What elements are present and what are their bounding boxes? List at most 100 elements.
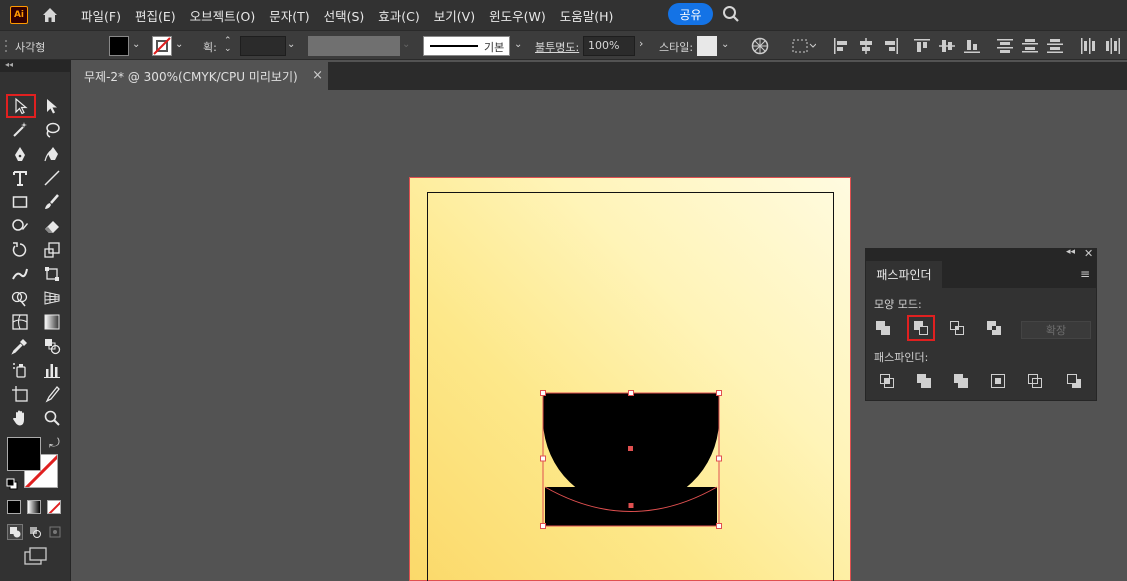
- change-screen-mode-icon[interactable]: [24, 547, 48, 565]
- draw-inside-icon[interactable]: [47, 524, 63, 540]
- gradient-mode-button[interactable]: [27, 500, 41, 514]
- line-segment-tool[interactable]: [41, 167, 63, 189]
- pen-tool[interactable]: [9, 143, 31, 165]
- scale-tool[interactable]: [41, 239, 63, 261]
- symbol-sprayer-tool[interactable]: [9, 359, 31, 381]
- expand-button[interactable]: 확장: [1021, 321, 1091, 339]
- none-mode-button[interactable]: [47, 500, 61, 514]
- draw-behind-icon[interactable]: [27, 524, 43, 540]
- swap-fill-stroke-icon[interactable]: ⤾: [49, 436, 60, 451]
- outline-button[interactable]: [1024, 370, 1046, 392]
- menu-file[interactable]: 파일(F): [74, 6, 128, 25]
- distribute-left-icon[interactable]: [1080, 38, 1096, 54]
- stroke-weight-stepper[interactable]: ⌃ ⌄: [224, 37, 238, 54]
- minus-back-button[interactable]: [1063, 370, 1085, 392]
- minus-front-button[interactable]: [907, 315, 935, 341]
- search-icon[interactable]: [721, 4, 741, 24]
- menu-edit[interactable]: 편집(E): [128, 6, 183, 25]
- pathfinder-tab[interactable]: 패스파인더: [866, 261, 943, 288]
- exclude-button[interactable]: [983, 317, 1005, 339]
- profile-dropdown[interactable]: ⌄: [402, 39, 416, 53]
- align-horizontal-center-icon[interactable]: [858, 38, 874, 54]
- rectangle-tool[interactable]: [9, 191, 31, 213]
- shaper-tool[interactable]: [9, 215, 31, 237]
- recolor-artwork-icon[interactable]: [751, 37, 769, 55]
- graphic-style-swatch[interactable]: [697, 36, 717, 56]
- fill-color-front[interactable]: [7, 437, 41, 471]
- merge-button[interactable]: [950, 370, 972, 392]
- resize-handle[interactable]: [540, 523, 546, 529]
- mesh-tool[interactable]: [9, 311, 31, 333]
- distribute-bottom-icon[interactable]: [1047, 38, 1063, 54]
- draw-normal-icon[interactable]: [7, 524, 23, 540]
- hand-tool[interactable]: [9, 407, 31, 429]
- variable-width-profile[interactable]: [308, 36, 400, 56]
- stroke-swatch[interactable]: [152, 36, 172, 56]
- opacity-label[interactable]: 불투명도:: [535, 39, 579, 55]
- align-left-icon[interactable]: [833, 38, 849, 54]
- artboard-tool[interactable]: [9, 383, 31, 405]
- document-tab[interactable]: 무제-2* @ 300%(CMYK/CPU 미리보기) ×: [74, 62, 329, 90]
- blend-tool[interactable]: [41, 335, 63, 357]
- crop-button[interactable]: [987, 370, 1009, 392]
- default-fill-stroke-icon[interactable]: [6, 478, 18, 490]
- distribute-top-icon[interactable]: [997, 38, 1013, 54]
- menu-select[interactable]: 선택(S): [317, 6, 372, 25]
- brush-dropdown[interactable]: ⌄: [514, 39, 528, 53]
- type-tool[interactable]: [9, 167, 31, 189]
- column-graph-tool[interactable]: [41, 359, 63, 381]
- brush-definition[interactable]: 기본: [423, 36, 510, 56]
- magic-wand-tool[interactable]: [9, 119, 31, 141]
- curvature-tool[interactable]: [41, 143, 63, 165]
- perspective-grid-tool[interactable]: [41, 287, 63, 309]
- unite-button[interactable]: [872, 317, 894, 339]
- style-dropdown[interactable]: ⌄: [721, 39, 735, 53]
- resize-handle[interactable]: [540, 455, 546, 462]
- distribute-vertical-center-icon[interactable]: [1022, 38, 1038, 54]
- direct-selection-tool[interactable]: [41, 95, 63, 117]
- rotate-tool[interactable]: [9, 239, 31, 261]
- resize-handle[interactable]: [716, 455, 722, 462]
- selected-shapes[interactable]: [536, 386, 728, 536]
- zoom-tool[interactable]: [41, 407, 63, 429]
- align-top-icon[interactable]: [914, 38, 930, 54]
- stroke-weight-field[interactable]: [240, 36, 286, 56]
- trim-button[interactable]: [913, 370, 935, 392]
- align-to-selection-icon[interactable]: [792, 38, 816, 54]
- stroke-weight-dropdown[interactable]: ⌄: [287, 39, 301, 53]
- warp-tool[interactable]: [9, 263, 31, 285]
- resize-handle[interactable]: [716, 390, 722, 396]
- menu-object[interactable]: 오브젝트(O): [183, 6, 263, 25]
- paintbrush-tool[interactable]: [41, 191, 63, 213]
- align-right-icon[interactable]: [883, 38, 899, 54]
- stroke-dropdown[interactable]: ⌄: [175, 39, 189, 53]
- grip-icon[interactable]: [4, 39, 8, 53]
- free-transform-tool[interactable]: [41, 263, 63, 285]
- align-vertical-center-icon[interactable]: [939, 38, 955, 54]
- home-icon[interactable]: [40, 5, 60, 25]
- menu-window[interactable]: 윈도우(W): [482, 6, 553, 25]
- resize-handle[interactable]: [628, 390, 634, 396]
- shape-builder-tool[interactable]: [9, 287, 31, 309]
- lasso-tool[interactable]: [41, 119, 63, 141]
- menu-type[interactable]: 문자(T): [262, 6, 316, 25]
- divide-button[interactable]: [876, 370, 898, 392]
- opacity-arrow[interactable]: ›: [639, 37, 653, 51]
- opacity-field[interactable]: 100%: [583, 36, 635, 56]
- panel-menu-icon[interactable]: ≡: [1080, 267, 1090, 281]
- eyedropper-tool[interactable]: [9, 335, 31, 357]
- toolbar-collapse[interactable]: ◂◂: [0, 60, 71, 72]
- menu-help[interactable]: 도움말(H): [553, 6, 621, 25]
- close-tab-icon[interactable]: ×: [312, 68, 323, 83]
- selection-tool[interactable]: [6, 94, 36, 118]
- resize-handle[interactable]: [540, 390, 546, 396]
- anchor-point[interactable]: [628, 503, 634, 508]
- close-panel-icon[interactable]: ✕: [1084, 247, 1093, 260]
- resize-handle[interactable]: [716, 523, 722, 529]
- eraser-tool[interactable]: [41, 215, 63, 237]
- intersect-button[interactable]: [946, 317, 968, 339]
- align-bottom-icon[interactable]: [964, 38, 980, 54]
- slice-tool[interactable]: [41, 383, 63, 405]
- distribute-horizontal-center-icon[interactable]: [1105, 38, 1121, 54]
- share-button[interactable]: 공유: [668, 3, 713, 25]
